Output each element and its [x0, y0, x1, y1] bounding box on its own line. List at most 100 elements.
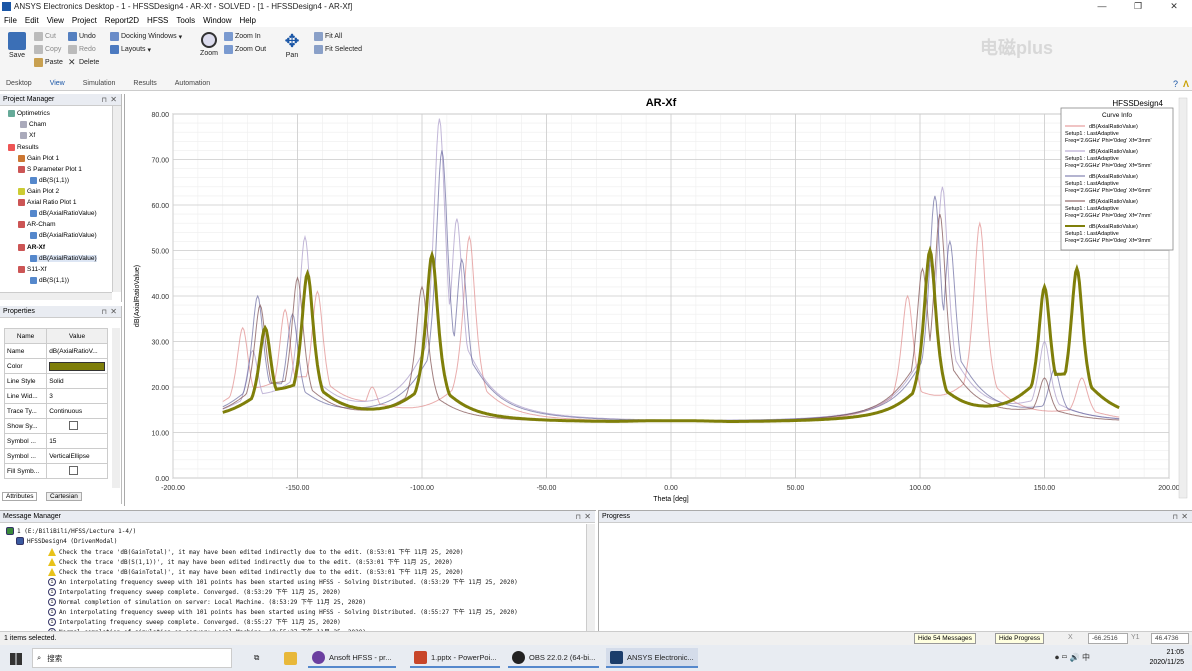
tree-item-selected[interactable]: dB(AxialRatioValue) — [30, 255, 97, 262]
file-explorer-icon[interactable] — [280, 648, 305, 668]
pin-icon[interactable]: ⊓ — [576, 513, 581, 521]
message-row[interactable]: HFSSDesign4 (DrivenModal) — [16, 537, 117, 545]
copy-button[interactable]: Copy — [34, 45, 61, 54]
menu-edit[interactable]: Edit — [25, 16, 39, 25]
taskbar-app-active[interactable]: ANSYS Electronic... — [606, 648, 698, 668]
vertical-scrollbar[interactable] — [1178, 97, 1188, 499]
taskbar-app[interactable]: OBS 22.0.2 (64-bi... — [508, 648, 600, 668]
taskbar-app[interactable]: 1.pptx - PowerPoi... — [410, 648, 501, 668]
checkbox-cell[interactable] — [46, 418, 108, 434]
cut-button[interactable]: Cut — [34, 32, 56, 41]
docking-windows-button[interactable]: Docking Windows ▾ — [110, 32, 182, 41]
message-row[interactable]: 1 (E:/BiliBili/HFSS/Lecture 1-4/) — [6, 527, 136, 535]
message-row[interactable]: i An interpolating frequency sweep with 1… — [48, 577, 518, 586]
tree-item[interactable]: Gain Plot 2 — [18, 188, 59, 195]
property-row[interactable]: Show Sy... — [3, 418, 108, 434]
tree-item[interactable]: S11-Xf — [18, 266, 46, 273]
redo-button[interactable]: Redo — [68, 45, 96, 54]
property-row[interactable]: Color — [3, 358, 108, 374]
tab-results[interactable]: Results — [133, 80, 156, 87]
vertical-scrollbar[interactable] — [112, 106, 121, 292]
close-icon[interactable]: ✕ — [110, 95, 117, 104]
clock[interactable]: 21:05 2020/11/25 — [1149, 648, 1184, 668]
vertical-scrollbar[interactable] — [586, 524, 595, 631]
message-row[interactable]: i Interpolating frequency sweep complete.… — [48, 617, 341, 626]
undo-button[interactable]: Undo — [68, 32, 96, 41]
minimize-icon[interactable]: — — [1084, 0, 1120, 13]
hide-messages-button[interactable]: Hide 54 Messages — [914, 633, 976, 644]
pan-button[interactable]: ✥ Pan — [280, 32, 304, 59]
menu-window[interactable]: Window — [203, 16, 231, 25]
message-row[interactable]: Check the trace 'dB(S(1,1))', it may hav… — [48, 557, 453, 566]
close-icon[interactable]: ✕ — [584, 512, 591, 521]
help-icon[interactable]: ? — [1173, 79, 1178, 89]
tree-item[interactable]: dB(S(1,1)) — [30, 277, 69, 284]
tree-item[interactable]: dB(AxialRatioValue) — [30, 232, 97, 239]
tree-item[interactable]: Cham — [20, 121, 46, 128]
show-symbol-checkbox[interactable] — [69, 420, 79, 430]
property-row[interactable]: Line Wid... 3 — [3, 388, 108, 404]
message-row[interactable]: i Interpolating frequency sweep complete.… — [48, 587, 341, 596]
tab-automation[interactable]: Automation — [175, 80, 210, 87]
property-row[interactable]: Symbol ... VerticalEllipse — [3, 448, 108, 464]
color-swatch[interactable] — [49, 361, 105, 371]
delete-button[interactable]: ✕ Delete — [68, 58, 99, 67]
fit-selected-button[interactable]: Fit Selected — [314, 45, 362, 54]
tree-item[interactable]: dB(S(1,1)) — [30, 177, 69, 184]
vertical-scrollbar[interactable] — [112, 328, 120, 488]
property-row[interactable]: Name dB(AxialRatioV... — [3, 343, 108, 359]
color-swatch-cell[interactable] — [46, 358, 108, 374]
system-tray[interactable]: ⏺ ▭ 🔊 中 — [1055, 652, 1090, 663]
tree-item-active[interactable]: AR-Xf — [18, 244, 45, 251]
zoom-in-button[interactable]: Zoom In — [224, 32, 261, 41]
taskbar-search[interactable]: ⌕ 搜索 — [32, 648, 232, 668]
message-row[interactable]: i An interpolating frequency sweep with 1… — [48, 607, 518, 616]
fit-all-button[interactable]: Fit All — [314, 32, 342, 41]
pin-icon[interactable]: ⊓ — [1173, 513, 1178, 521]
property-row[interactable]: Trace Ty... Continuous — [3, 403, 108, 419]
tab-view[interactable]: View — [50, 80, 65, 87]
menu-file[interactable]: File — [4, 16, 17, 25]
menu-tools[interactable]: Tools — [176, 16, 195, 25]
tree-item[interactable]: dB(AxialRatioValue) — [30, 210, 97, 217]
save-button[interactable]: Save — [6, 32, 28, 59]
menu-hfss[interactable]: HFSS — [147, 16, 168, 25]
tab-simulation[interactable]: Simulation — [83, 80, 116, 87]
tree-item[interactable]: Gain Plot 1 — [18, 155, 59, 162]
menu-report2d[interactable]: Report2D — [105, 16, 139, 25]
property-row[interactable]: Symbol ... 15 — [3, 433, 108, 449]
checkbox-cell[interactable] — [46, 463, 108, 479]
message-row[interactable]: iNormal completion of simulation on serv… — [48, 597, 366, 606]
restore-icon[interactable]: ❐ — [1120, 0, 1156, 13]
tab-attributes[interactable]: Attributes — [2, 492, 38, 501]
close-icon[interactable]: ✕ — [1156, 0, 1192, 13]
menu-view[interactable]: View — [47, 16, 64, 25]
zoom-button[interactable]: Zoom — [197, 32, 221, 57]
menu-help[interactable]: Help — [240, 16, 256, 25]
fill-symbol-checkbox[interactable] — [69, 465, 79, 475]
property-row[interactable]: Line Style Solid — [3, 373, 108, 389]
axial-ratio-chart[interactable]: -200.00 -150.00 -100.00 -50.00 0.00 50.00 100.… — [125, 94, 1191, 506]
tree-item[interactable]: S Parameter Plot 1 — [18, 166, 82, 173]
paste-button[interactable]: Paste — [34, 58, 63, 67]
message-row[interactable]: Check the trace 'dB(GainTotal)', it may … — [48, 547, 464, 556]
property-row[interactable]: Fill Symb... — [3, 463, 108, 479]
close-icon[interactable]: ✕ — [1181, 512, 1188, 521]
tree-item[interactable]: Axial Ratio Plot 1 — [18, 199, 77, 206]
windows-start-button[interactable] — [6, 649, 26, 669]
message-row[interactable]: Check the trace 'dB(GainTotal)', it may … — [48, 567, 464, 576]
pin-icon[interactable]: ⊓ — [102, 308, 107, 316]
pin-icon[interactable]: ⊓ — [102, 96, 107, 104]
tree-item[interactable]: Optimetrics — [8, 110, 50, 117]
close-icon[interactable]: ✕ — [110, 307, 117, 316]
menu-project[interactable]: Project — [72, 16, 97, 25]
layouts-button[interactable]: Layouts ▾ — [110, 45, 151, 54]
tree-item[interactable]: AR-Cham — [18, 221, 56, 228]
tree-item[interactable]: Xf — [20, 132, 35, 139]
zoom-out-button[interactable]: Zoom Out — [224, 45, 266, 54]
task-view-icon[interactable]: ⧉ — [250, 648, 263, 668]
taskbar-app[interactable]: Ansoft HFSS - pr... — [308, 648, 396, 668]
plot-window[interactable]: -200.00 -150.00 -100.00 -50.00 0.00 50.00 100.… — [124, 94, 1192, 506]
tab-desktop[interactable]: Desktop — [6, 80, 32, 87]
tree-item[interactable]: Results — [8, 144, 39, 151]
